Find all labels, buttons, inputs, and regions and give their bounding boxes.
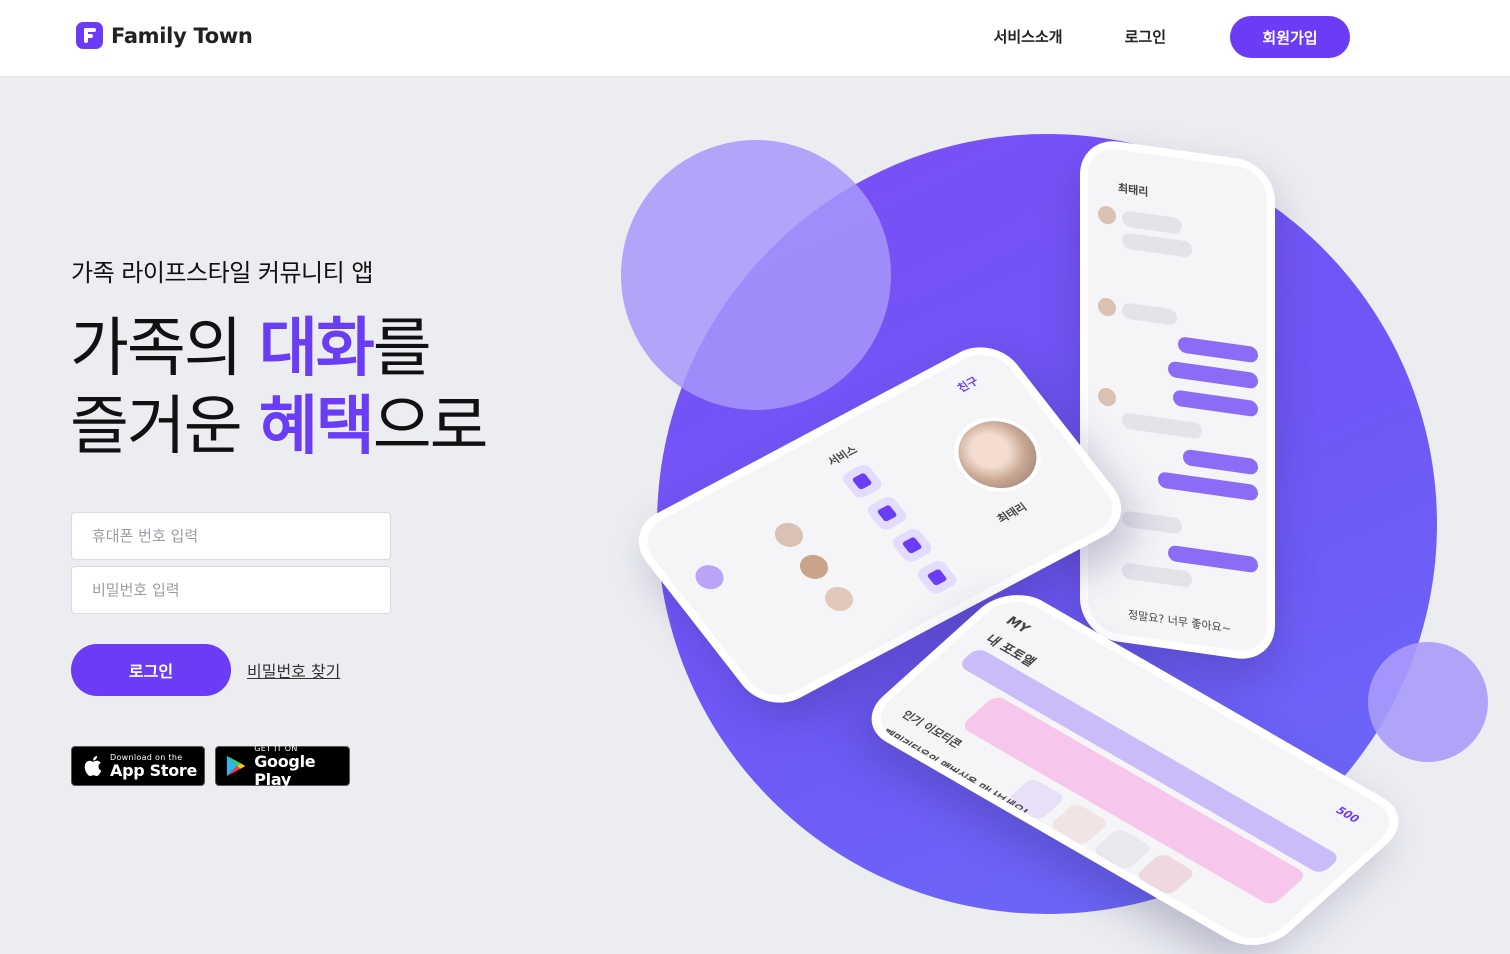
- headline-highlight-2: 혜택: [258, 390, 375, 464]
- headline-line-2: 즐거운 혜택으로: [70, 390, 489, 464]
- password-input[interactable]: [71, 566, 391, 614]
- appstore-big-text: App Store: [110, 760, 198, 780]
- my-title: MY: [1001, 614, 1033, 637]
- chat-contact-name: 최태리: [1118, 181, 1149, 199]
- hero-illustration: 최태리 정말요? 너무 좋아요~ 친구 최태리 서비스 MY 내 포토앨 500…: [600, 110, 1510, 954]
- nav-service-intro[interactable]: 서비스소개: [994, 16, 1063, 58]
- service-icon-1: [839, 462, 885, 501]
- brand-name: Family Town: [111, 23, 253, 48]
- family-town-logo-icon: [76, 22, 103, 49]
- apple-icon: [84, 756, 102, 777]
- profile-services-label: 서비스: [825, 443, 861, 469]
- service-icon-2: [864, 494, 910, 533]
- decorative-circle-top: [621, 140, 891, 410]
- phone-number-input[interactable]: [71, 512, 391, 560]
- decorative-circle-small: [1368, 642, 1488, 762]
- google-play-badge[interactable]: GET IT ON Google Play: [215, 744, 350, 789]
- nav-login[interactable]: 로그인: [1125, 16, 1166, 58]
- find-password-link[interactable]: 비밀번호 찾기: [247, 658, 340, 682]
- my-points: 500: [1332, 804, 1363, 826]
- brand-logo[interactable]: Family Town: [76, 22, 253, 49]
- googleplay-big-text: Google Play: [254, 751, 316, 789]
- app-store-badge[interactable]: Download on the App Store: [71, 746, 205, 786]
- login-button[interactable]: 로그인: [71, 644, 231, 696]
- main-nav: 서비스소개 로그인 회원가입: [994, 16, 1350, 58]
- hero-headline: 가족의 대화를 즐거운 혜택으로: [70, 310, 489, 466]
- service-icon-3: [889, 526, 935, 565]
- service-icon-4: [914, 558, 960, 597]
- headline-highlight-1: 대화: [258, 312, 375, 386]
- google-play-icon: [226, 755, 246, 777]
- signup-button[interactable]: 회원가입: [1230, 16, 1350, 58]
- phone-mockup-chat: 최태리 정말요? 너무 좋아요~: [1080, 136, 1275, 664]
- profile-avatar: [937, 403, 1058, 506]
- headline-line-1: 가족의 대화를: [70, 312, 432, 386]
- chat-input-text: 정말요? 너무 좋아요~: [1128, 608, 1232, 636]
- hero-subtitle: 가족 라이프스타일 커뮤니티 앱: [71, 259, 373, 287]
- profile-tab-label: 친구: [955, 374, 982, 395]
- top-header: Family Town 서비스소개 로그인 회원가입: [0, 0, 1510, 77]
- profile-name: 최태리: [994, 500, 1030, 526]
